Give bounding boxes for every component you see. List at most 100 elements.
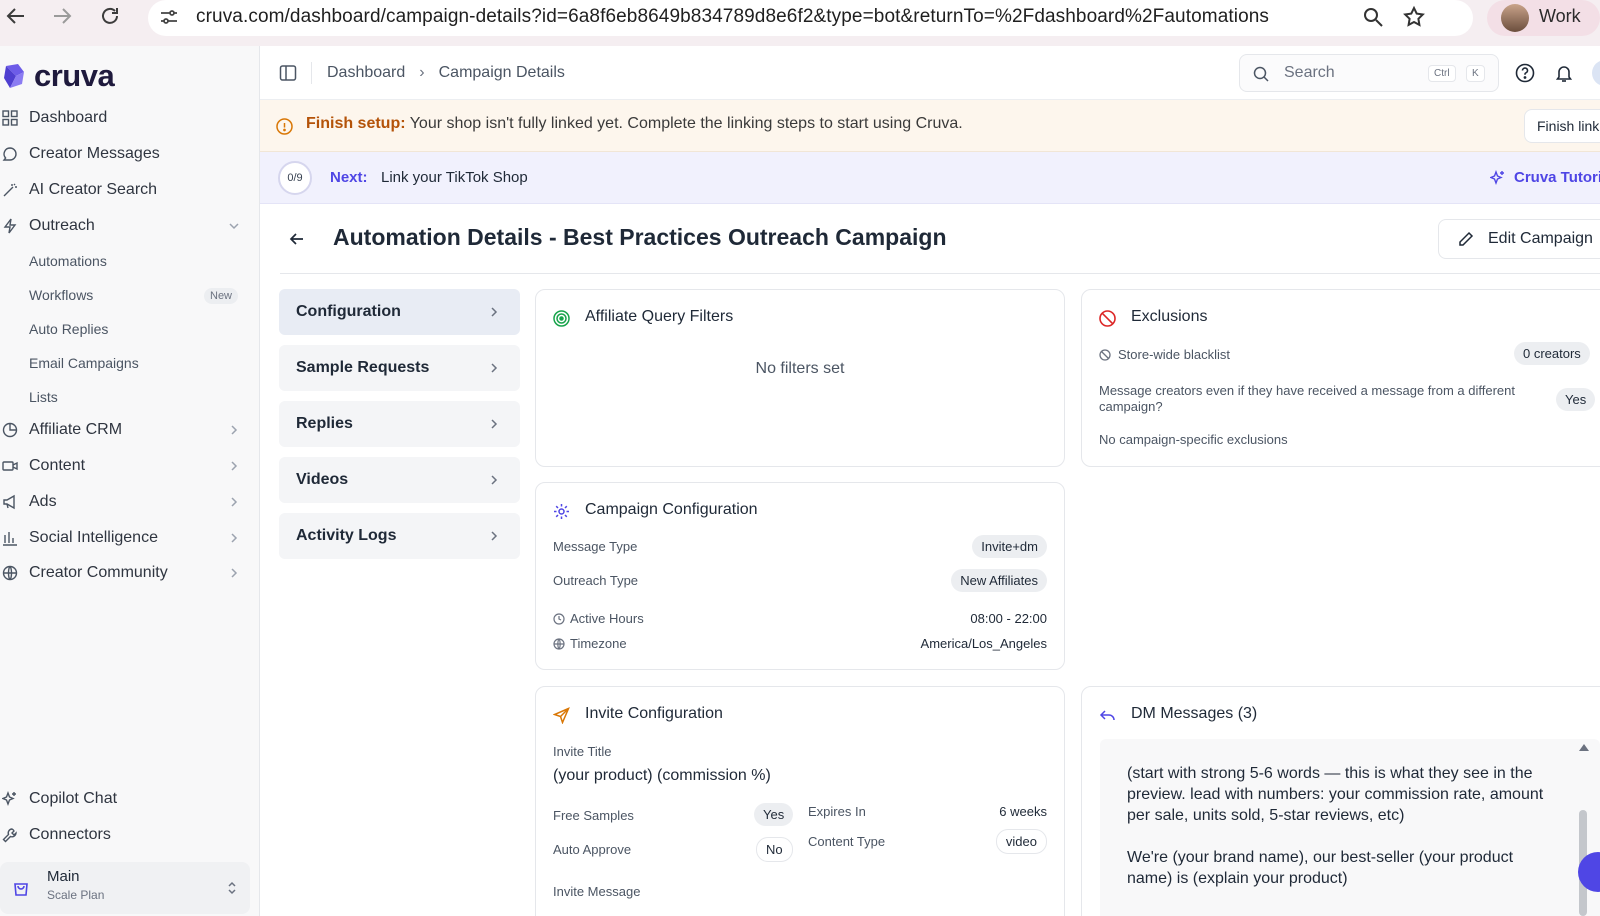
chevron-right-icon <box>228 424 240 436</box>
sparkle-icon <box>1490 170 1506 186</box>
sidebar-sub-email-campaigns[interactable]: Email Campaigns <box>29 355 139 371</box>
sidebar-sub-auto-replies[interactable]: Auto Replies <box>29 321 108 337</box>
tutorial-link[interactable]: Cruva Tutorial <box>1514 169 1600 186</box>
url-text[interactable]: cruva.com/dashboard/campaign-details?id=… <box>196 6 1269 28</box>
dm-message-text: (start with strong 5-6 words — this is w… <box>1127 765 1544 824</box>
chevron-right-icon <box>488 306 500 318</box>
expires-label: Expires In <box>808 804 866 819</box>
sidebar-item-label: Connectors <box>29 826 111 843</box>
tab-configuration[interactable]: Configuration <box>279 289 520 335</box>
free-samples-label: Free Samples <box>553 808 634 823</box>
finish-linking-button[interactable]: Finish linking <box>1524 109 1600 143</box>
sidebar-sub-automations[interactable]: Automations <box>29 253 107 269</box>
dm-messages-card: DM Messages (3) (start with strong 5-6 w… <box>1081 686 1600 916</box>
invite-message-label: Invite Message <box>553 884 641 899</box>
expires-value: 6 weeks <box>999 804 1047 819</box>
sidebar-item-creator-messages[interactable]: Creator Messages <box>0 139 250 169</box>
sidebar-item-outreach[interactable]: Outreach <box>0 211 250 241</box>
tab-activity-logs[interactable]: Activity Logs <box>279 513 520 559</box>
scroll-up-arrow-icon[interactable] <box>1578 742 1590 752</box>
message-type-badge: Invite+dm <box>972 535 1047 558</box>
outreach-type-label: Outreach Type <box>553 573 639 588</box>
sidebar-item-creator-community[interactable]: Creator Community <box>0 558 250 588</box>
sidebar-item-label: Dashboard <box>29 109 108 126</box>
chevron-right-icon <box>228 567 240 579</box>
address-bar[interactable]: cruva.com/dashboard/campaign-details?id=… <box>148 0 1473 36</box>
sidebar-item-social-intelligence[interactable]: Social Intelligence <box>0 523 250 553</box>
tab-sample-requests[interactable]: Sample Requests <box>279 345 520 391</box>
chevron-right-icon <box>228 460 240 472</box>
forward-arrow-icon[interactable] <box>50 4 74 28</box>
zoom-icon[interactable] <box>1361 5 1385 29</box>
tab-label: Sample Requests <box>296 359 430 376</box>
browser-toolbar: cruva.com/dashboard/campaign-details?id=… <box>0 0 1600 46</box>
sidebar-sub-lists[interactable]: Lists <box>29 389 58 405</box>
send-icon <box>553 707 570 724</box>
back-arrow-icon[interactable] <box>4 4 28 28</box>
grid-icon <box>2 110 18 126</box>
avatar[interactable] <box>1592 60 1600 86</box>
breadcrumb: Dashboard › Campaign Details <box>327 64 565 82</box>
info-icon <box>276 118 293 135</box>
sidebar-item-ai-creator-search[interactable]: AI Creator Search <box>0 175 250 205</box>
dm-message-preview[interactable]: (start with strong 5-6 words — this is w… <box>1100 739 1600 916</box>
bolt-icon <box>2 218 18 234</box>
next-step-banner: 0/9 Next: Link your TikTok Shop Cruva Tu… <box>260 152 1600 204</box>
empty-state: No filters set <box>755 360 845 377</box>
sidebar-item-affiliate-crm[interactable]: Affiliate CRM <box>0 415 250 445</box>
logo-text: cruva <box>34 58 115 93</box>
outreach-type-badge: New Affiliates <box>951 569 1047 592</box>
sidebar-item-connectors[interactable]: Connectors <box>0 820 250 850</box>
workspace-switcher[interactable]: Main Scale Plan <box>0 862 250 914</box>
chevrons-up-down-icon <box>226 881 238 895</box>
bell-icon[interactable] <box>1554 63 1574 83</box>
sidebar-toggle-icon[interactable] <box>279 64 297 82</box>
pie-icon <box>2 422 18 438</box>
setup-banner: Finish setup: Your shop isn't fully link… <box>260 100 1600 152</box>
reload-icon[interactable] <box>98 4 122 28</box>
back-arrow-icon[interactable] <box>288 230 306 248</box>
profile-label: Work <box>1539 6 1581 26</box>
tab-label: Videos <box>296 471 349 488</box>
cross-campaign-badge: Yes <box>1556 388 1596 411</box>
blacklist-label: Store-wide blacklist <box>1118 347 1230 362</box>
sidebar-item-dashboard[interactable]: Dashboard <box>0 103 250 133</box>
content-type-label: Content Type <box>808 834 886 849</box>
search-input[interactable]: Search Ctrl K <box>1239 54 1499 92</box>
sidebar-item-content[interactable]: Content <box>0 451 250 481</box>
divider <box>311 62 312 84</box>
target-icon <box>553 310 570 327</box>
sidebar-item-label: Ads <box>29 493 57 510</box>
message-type-label: Message Type <box>553 539 638 554</box>
auto-approve-badge: No <box>756 837 793 862</box>
tab-replies[interactable]: Replies <box>279 401 520 447</box>
chevron-right-icon <box>228 496 240 508</box>
search-placeholder: Search <box>1284 64 1335 81</box>
sidebar-item-copilot-chat[interactable]: Copilot Chat <box>0 784 250 814</box>
setup-label: Finish setup: <box>306 115 406 132</box>
breadcrumb-current: Campaign Details <box>438 64 565 81</box>
edit-campaign-button[interactable]: Edit Campaign <box>1438 219 1600 259</box>
sidebar-sub-workflows[interactable]: Workflows <box>29 287 93 303</box>
chevron-right-icon <box>488 418 500 430</box>
profile-button[interactable]: Work <box>1487 0 1600 36</box>
breadcrumb-dashboard[interactable]: Dashboard <box>327 64 405 82</box>
timezone-label: Timezone <box>570 636 627 651</box>
sidebar-item-label: Copilot Chat <box>29 790 118 807</box>
sidebar-item-ads[interactable]: Ads <box>0 487 250 517</box>
setup-text: Your shop isn't fully linked yet. Comple… <box>405 115 963 132</box>
sparkle-icon <box>2 791 18 807</box>
shopping-bag-icon <box>12 879 30 897</box>
content-type-badge: video <box>995 829 1047 854</box>
cruva-logo[interactable]: cruva <box>2 58 115 94</box>
help-icon[interactable] <box>1515 63 1535 83</box>
bar-chart-icon <box>2 530 18 546</box>
bookmark-star-icon[interactable] <box>1402 5 1426 29</box>
sidebar-item-label: Creator Community <box>29 564 168 581</box>
card-title: Invite Configuration <box>585 705 723 722</box>
site-settings-icon[interactable] <box>158 6 180 28</box>
page-title: Automation Details - Best Practices Outr… <box>333 224 947 250</box>
next-task[interactable]: Link your TikTok Shop <box>381 169 528 186</box>
tab-videos[interactable]: Videos <box>279 457 520 503</box>
divider <box>280 273 1600 274</box>
